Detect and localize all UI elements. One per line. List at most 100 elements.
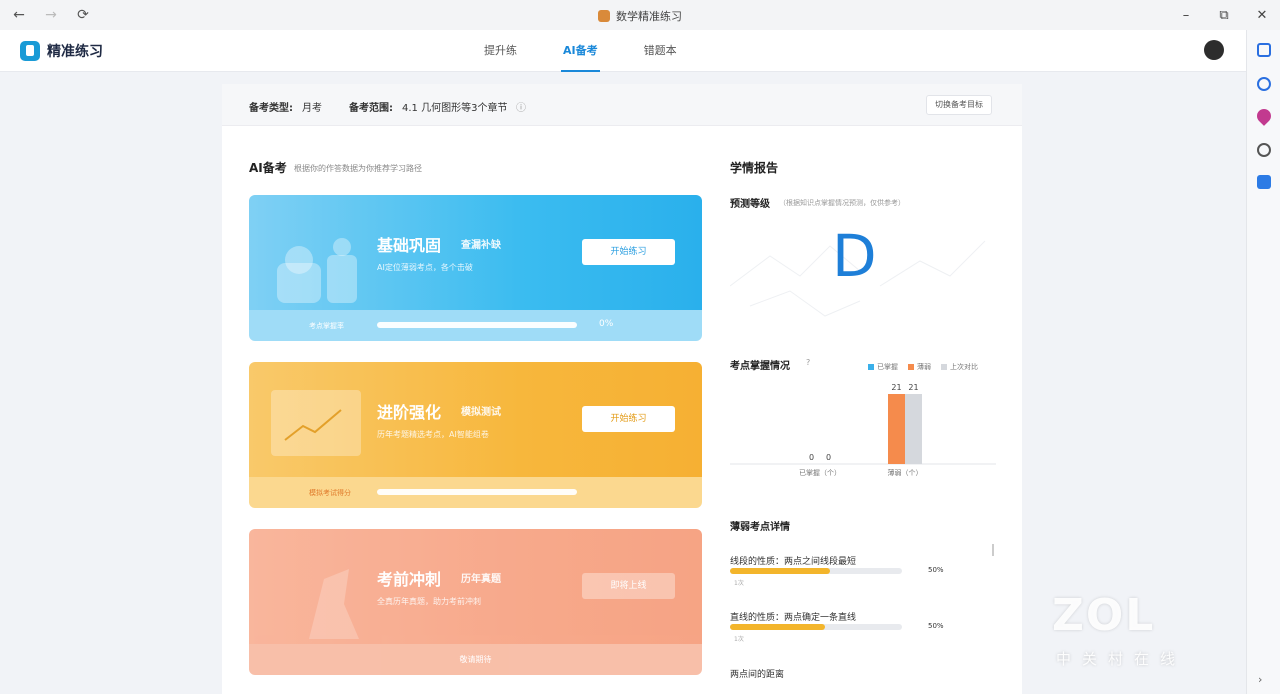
progress-label: 模拟考试得分 (309, 489, 351, 497)
card-sprint: 考前冲刺 历年真题 全真历年真题，助力考前冲刺 即将上线 敬请期待 (249, 529, 702, 675)
weak-point-bar (730, 568, 902, 574)
watermark-text: 中关村在线 (1056, 650, 1187, 668)
start-advanced-button[interactable]: 开始练习 (582, 406, 675, 432)
weak-point-name: 两点间的距离 (730, 670, 785, 680)
chart-illustration (271, 390, 361, 456)
card-basic-progress: 考点掌握率 0% (249, 310, 702, 341)
heart-icon[interactable] (1254, 106, 1274, 126)
bar-1-1 (905, 394, 922, 464)
info-icon[interactable]: ⓘ (516, 99, 526, 114)
card-basic: 基础巩固 查漏补缺 AI定位薄弱考点，各个击破 开始练习 考点掌握率 0% (249, 195, 702, 341)
restore-button[interactable]: ⧉ (1216, 6, 1232, 24)
progress-label: 考点掌握率 (309, 322, 344, 330)
card-sprint-footer: 敬请期待 (249, 644, 702, 675)
window-title: 数学精准练习 (0, 8, 1280, 24)
card-sprint-tag: 历年真题 (461, 574, 501, 585)
weak-point-note: 1次 (734, 580, 744, 587)
data-label-1-0: 21 (891, 383, 901, 392)
type-value: 月考 (302, 103, 322, 114)
weak-point-fill (730, 568, 830, 574)
window-controls: – ⧉ ✕ (1178, 6, 1270, 24)
grade-note: （根据知识点掌握情况预测，仅供参考） (779, 199, 905, 207)
app-header: 精准练习 提升练 AI备考 错题本 (0, 30, 1246, 72)
card-advanced-tag: 模拟测试 (461, 407, 501, 418)
weak-points-title: 薄弱考点详情 (730, 522, 790, 533)
progress-bar (377, 322, 577, 328)
start-basic-button[interactable]: 开始练习 (582, 239, 675, 265)
progress-bar (377, 489, 577, 495)
watermark: ZOL 中关村在线 (1046, 590, 1216, 680)
legend-item: 上次对比 (941, 362, 978, 372)
weak-point-item[interactable]: 线段的性质：两点之间线段最短 50% 1次 (730, 554, 970, 587)
scrollbar[interactable] (992, 544, 994, 556)
tick-label-0: 已掌握（个） (799, 468, 841, 477)
weak-point-item[interactable]: 直线的性质：两点确定一条直线 50% 1次 (730, 610, 970, 643)
report-title: 学情报告 (730, 161, 779, 175)
type-label: 备考类型: (249, 103, 293, 114)
legend-item: 薄弱 (908, 362, 931, 372)
side-rail: › (1246, 30, 1280, 694)
weak-point-bar (730, 624, 902, 630)
bar-1-0 (888, 394, 905, 464)
question-icon[interactable]: ? (806, 358, 810, 367)
settings-icon[interactable] (1257, 143, 1271, 157)
legend-item: 已掌握 (868, 362, 898, 372)
card-basic-tag: 查漏补缺 (461, 240, 501, 251)
weak-point-pct: 50% (928, 566, 944, 574)
scan-icon[interactable] (1257, 43, 1271, 57)
app-mini-icon (598, 10, 610, 22)
app-name: 精准练习 (47, 44, 103, 60)
card-basic-body: 基础巩固 查漏补缺 AI定位薄弱考点，各个击破 开始练习 (249, 195, 702, 310)
card-basic-title: 基础巩固 (377, 236, 442, 255)
card-advanced-desc: 历年考题精选考点，AI智能组卷 (377, 430, 489, 439)
data-label-0-0: 0 (809, 453, 814, 462)
scope-value: 4.1 几何图形等3个章节 (402, 103, 508, 114)
ai-section-subtitle: 根据你的作答数据为你推荐学习路径 (294, 164, 422, 173)
legend-swatch (908, 364, 914, 370)
chevron-right-icon[interactable]: › (1258, 673, 1262, 686)
tab-mistakes[interactable]: 错题本 (640, 30, 681, 72)
weak-point-note: 1次 (734, 636, 744, 643)
card-sprint-desc: 全真历年真题，助力考前冲刺 (377, 597, 481, 606)
chart-legend: 已掌握 薄弱 上次对比 (868, 362, 978, 372)
robot-illustration (277, 238, 357, 303)
scope-label: 备考范围: (349, 103, 393, 114)
tab-ai-prep[interactable]: AI备考 (559, 30, 602, 72)
grade-title: 预测等级 (730, 199, 770, 210)
main-nav: 提升练 AI备考 错题本 (480, 30, 681, 72)
legend-swatch (868, 364, 874, 370)
user-avatar-icon[interactable] (1204, 40, 1224, 60)
weak-point-pct: 50% (928, 622, 944, 630)
progress-percent: 0% (599, 319, 614, 329)
filter-bar: 备考类型: 月考 备考范围: 4.1 几何图形等3个章节 ⓘ 切换备考目标 (222, 84, 1022, 126)
bar-chart-svg: 0 0 已掌握（个） 21 21 薄弱（个） (730, 383, 996, 477)
main-panel: 备考类型: 月考 备考范围: 4.1 几何图形等3个章节 ⓘ 切换备考目标 AI… (222, 84, 1022, 694)
target-icon[interactable] (1257, 77, 1271, 91)
card-advanced-title: 进阶强化 (377, 403, 442, 422)
tick-label-1: 薄弱（个） (888, 468, 923, 477)
card-advanced-progress: 模拟考试得分 (249, 477, 702, 508)
weak-point-fill (730, 624, 825, 630)
predicted-grade: D (832, 222, 877, 290)
stay-tuned-label: 敬请期待 (459, 655, 492, 664)
data-label-1-1: 21 (908, 383, 918, 392)
ai-section-title: AI备考 (249, 161, 287, 175)
tab-practice[interactable]: 提升练 (480, 30, 521, 72)
close-button[interactable]: ✕ (1254, 6, 1270, 24)
card-sprint-body: 考前冲刺 历年真题 全真历年真题，助力考前冲刺 即将上线 (249, 529, 702, 644)
mastery-title: 考点掌握情况 (730, 361, 790, 372)
coming-soon-button: 即将上线 (582, 573, 675, 599)
mastery-bar-chart: 0 0 已掌握（个） 21 21 薄弱（个） (730, 372, 996, 482)
window-title-bar: ← → ⟳ 数学精准练习 – ⧉ ✕ (0, 0, 1280, 30)
switch-target-button[interactable]: 切换备考目标 (926, 95, 992, 115)
card-advanced: 进阶强化 模拟测试 历年考题精选考点，AI智能组卷 开始练习 模拟考试得分 (249, 362, 702, 508)
card-sprint-title: 考前冲刺 (377, 570, 442, 589)
app-logo[interactable]: 精准练习 (20, 41, 103, 61)
card-advanced-body: 进阶强化 模拟测试 历年考题精选考点，AI智能组卷 开始练习 (249, 362, 702, 477)
watermark-logo: ZOL (1052, 590, 1156, 641)
minimize-button[interactable]: – (1178, 6, 1194, 24)
legend-swatch (941, 364, 947, 370)
weak-point-item[interactable]: 两点间的距离 (730, 667, 970, 680)
app-icon[interactable] (1257, 175, 1271, 189)
card-basic-desc: AI定位薄弱考点，各个击破 (377, 263, 473, 272)
